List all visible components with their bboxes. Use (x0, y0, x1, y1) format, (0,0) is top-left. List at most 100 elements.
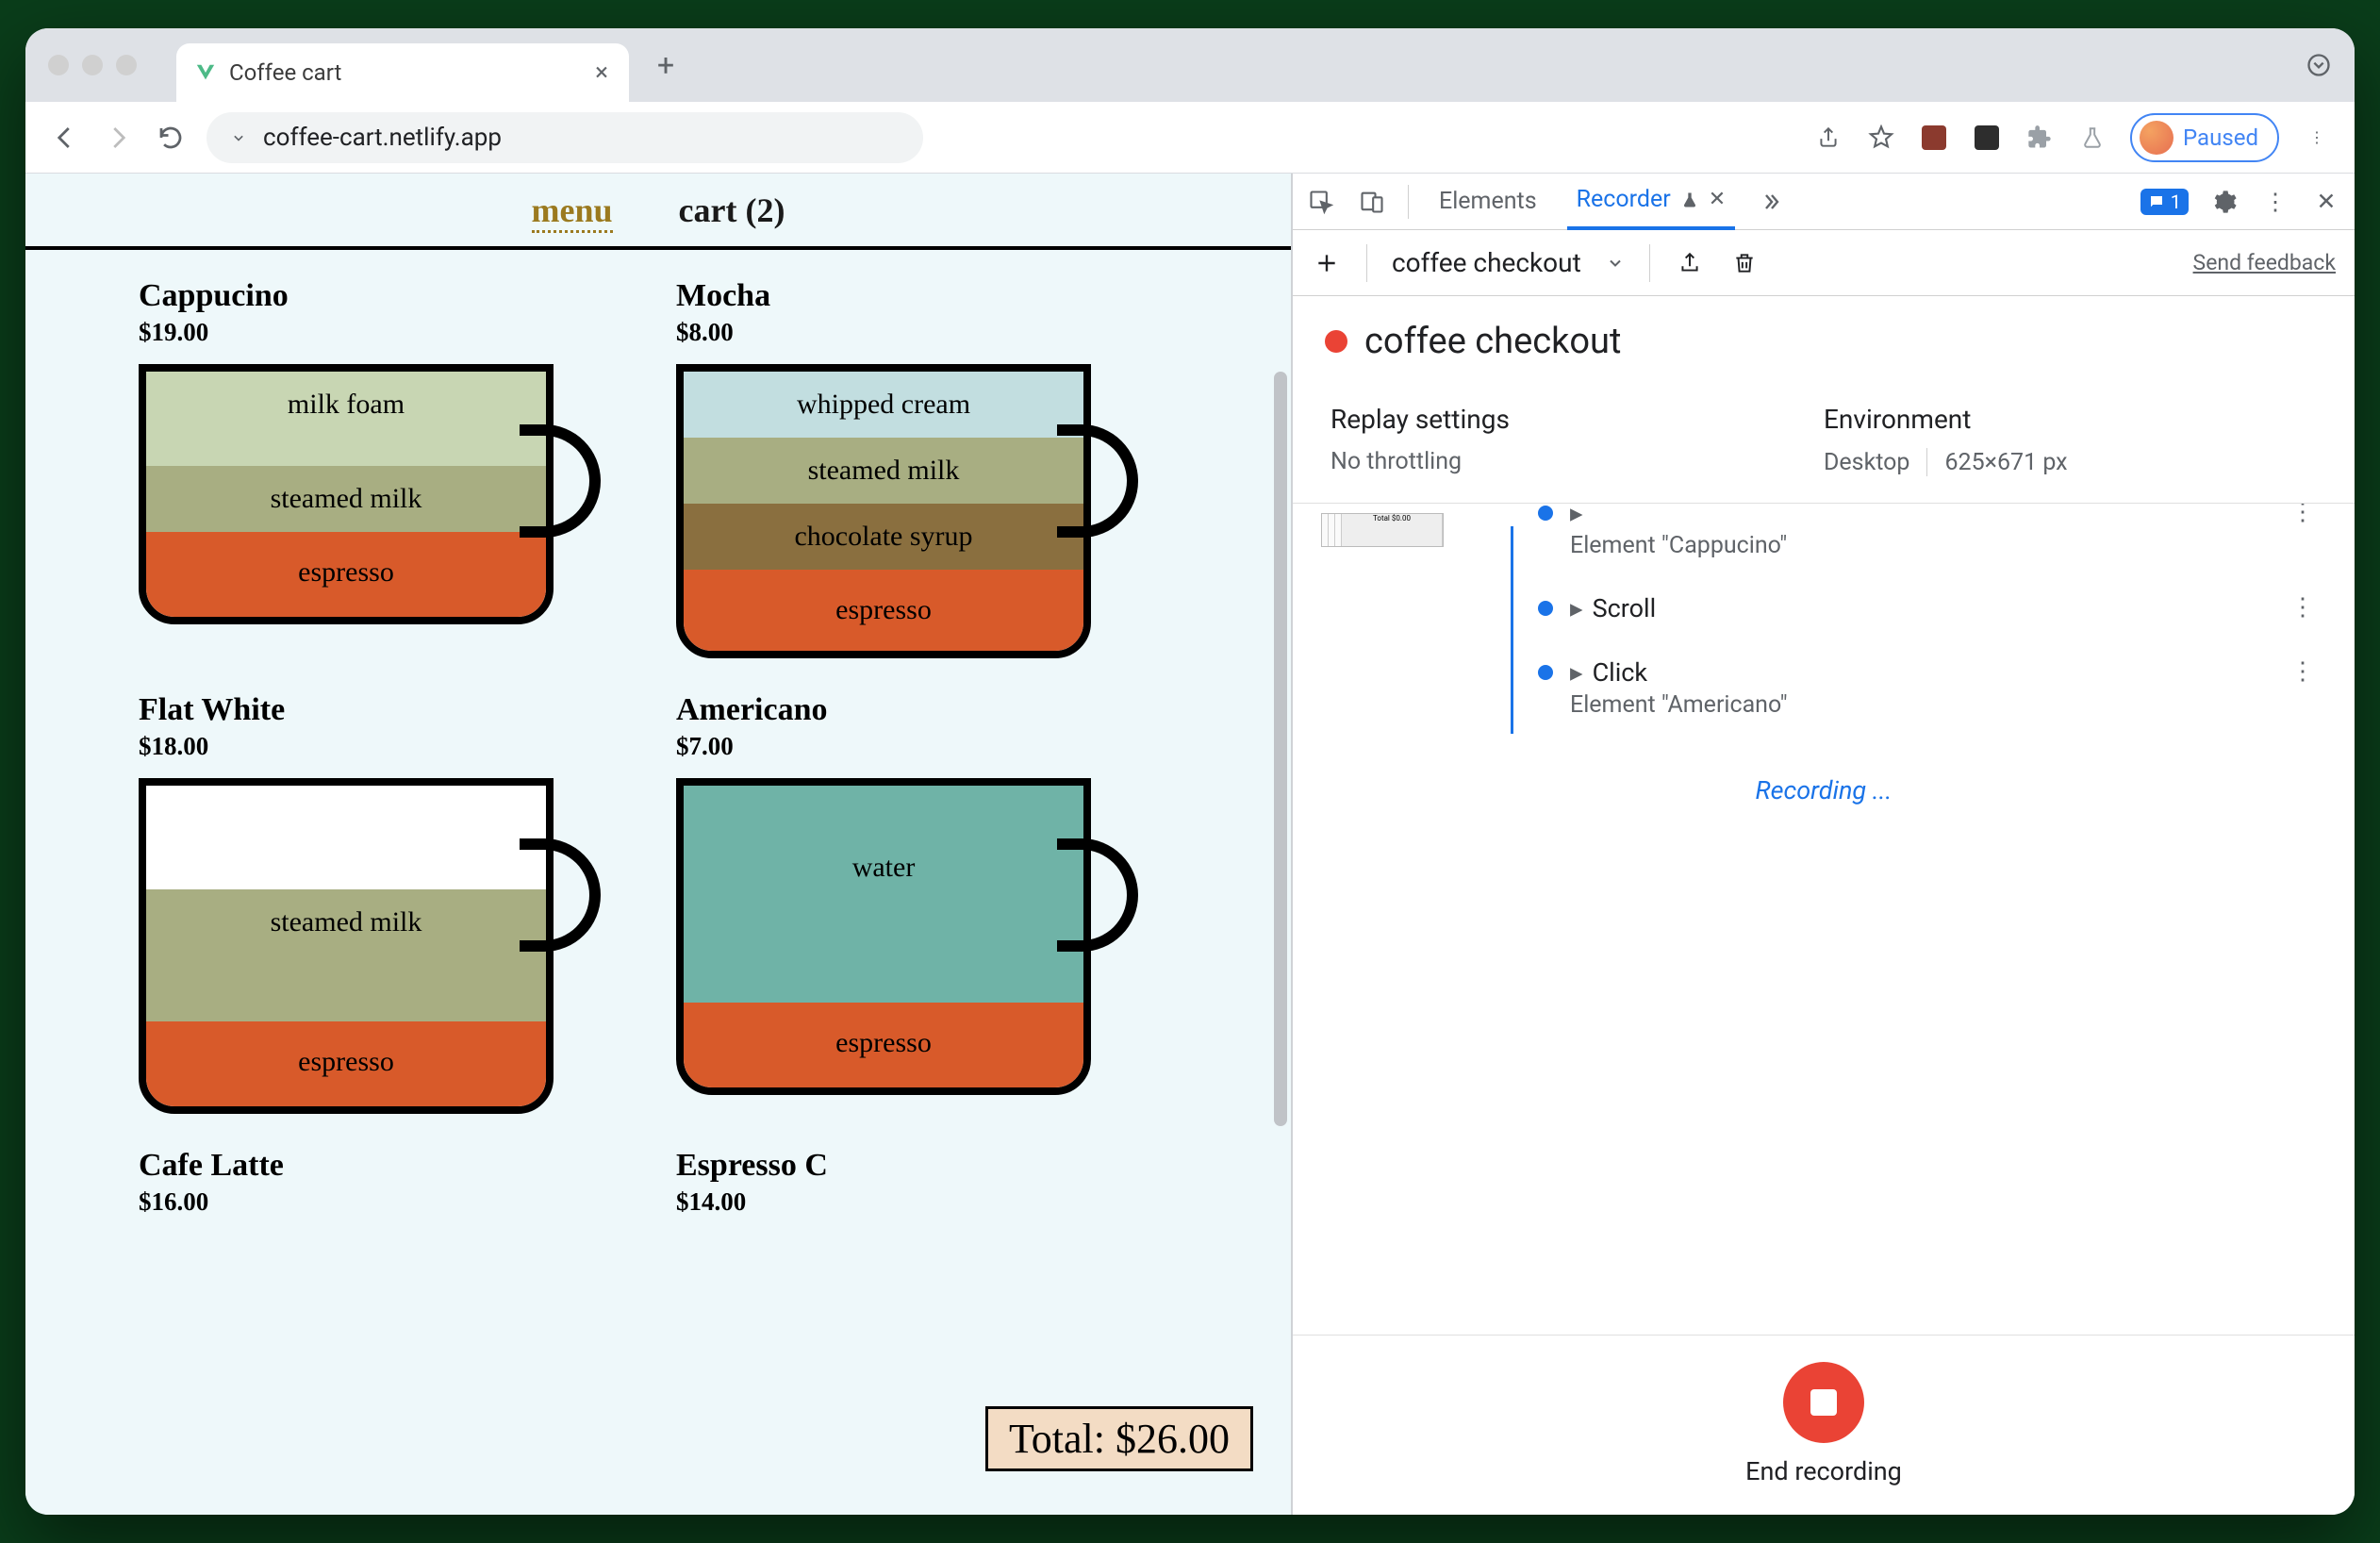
share-icon[interactable] (1813, 123, 1843, 153)
cup-layer: steamed milk (146, 466, 546, 532)
dimensions-value: 625×671 px (1944, 449, 2067, 476)
product-card[interactable]: Americano $7.00 waterespresso (676, 692, 1148, 1114)
page-viewport: menu cart (2) Cappucino $19.00 milk foam… (25, 174, 1293, 1515)
close-tab-icon[interactable]: × (595, 58, 608, 87)
send-feedback-link[interactable]: Send feedback (2193, 250, 2336, 275)
expand-arrow-icon[interactable]: ▸ (1570, 657, 1583, 688)
delete-icon[interactable] (1729, 248, 1760, 278)
product-card[interactable]: Cafe Latte $16.00 (139, 1148, 610, 1217)
cup-layer: steamed milk (684, 438, 1083, 504)
expand-arrow-icon[interactable]: ▸ (1570, 593, 1583, 623)
extension-icon-2[interactable] (1972, 123, 2002, 153)
more-tabs-icon[interactable] (1756, 187, 1786, 217)
bookmark-icon[interactable] (1866, 123, 1896, 153)
url-text: coffee-cart.netlify.app (263, 124, 502, 152)
product-price: $16.00 (139, 1187, 610, 1217)
recording-dropdown-icon[interactable] (1606, 254, 1625, 273)
step-entry[interactable]: ▸Click Element "Americano" ⋮ (1538, 657, 2317, 719)
recorder-footer: End recording (1293, 1335, 2355, 1515)
device-value: Desktop (1824, 449, 1909, 476)
recording-selector[interactable]: coffee checkout (1392, 247, 1581, 278)
devtools-kebab-icon[interactable]: ⋮ (2260, 187, 2290, 217)
messages-badge[interactable]: 1 (2140, 189, 2189, 215)
step-kebab-icon[interactable]: ⋮ (2290, 657, 2317, 686)
chevron-down-icon[interactable] (2302, 48, 2336, 82)
settings-gear-icon[interactable] (2209, 187, 2240, 217)
recording-title: coffee checkout (1364, 321, 1621, 362)
avatar-icon (2140, 121, 2173, 155)
product-name: Americano (676, 692, 1148, 728)
expand-arrow-icon[interactable]: ▸ (1570, 504, 1583, 528)
step-title: Scroll (1593, 593, 1657, 623)
product-card[interactable]: Mocha $8.00 whipped creamsteamed milkcho… (676, 278, 1148, 658)
products-grid: Cappucino $19.00 milk foamsteamed milkes… (25, 250, 1291, 1245)
product-card[interactable]: Flat White $18.00 steamed milkespresso (139, 692, 610, 1114)
timeline-dot-icon (1538, 665, 1553, 680)
cart-link[interactable]: cart (2) (679, 191, 785, 233)
tab-recorder[interactable]: Recorder ✕ (1567, 174, 1736, 230)
site-info-icon[interactable] (229, 128, 248, 147)
cup-handle-icon (1057, 838, 1138, 952)
page-scrollbar[interactable] (1274, 372, 1287, 1126)
extensions-puzzle-icon[interactable] (2025, 123, 2055, 153)
kebab-menu-icon[interactable]: ⋮ (2302, 123, 2332, 153)
product-price: $14.00 (676, 1187, 1148, 1217)
extension-icon-1[interactable] (1919, 123, 1949, 153)
back-button[interactable] (48, 121, 82, 155)
new-tab-button[interactable]: + (657, 47, 674, 83)
browser-tab-bar: Coffee cart × + (25, 28, 2355, 102)
step-subtitle: Element "Cappucino" (1570, 532, 2273, 559)
end-recording-label: End recording (1293, 1456, 2355, 1486)
cup-layer (146, 786, 546, 889)
close-panel-icon[interactable]: ✕ (1709, 188, 1726, 211)
product-name: Espresso C (676, 1148, 1148, 1184)
paused-label: Paused (2183, 124, 2258, 151)
menu-link[interactable]: menu (532, 191, 613, 233)
export-icon[interactable] (1675, 248, 1705, 278)
minimize-window-icon[interactable] (82, 55, 103, 75)
tab-title: Coffee cart (229, 59, 341, 86)
step-subtitle: Element "Americano" (1570, 691, 2273, 719)
add-recording-icon[interactable] (1312, 248, 1342, 278)
labs-flask-icon[interactable] (2077, 123, 2107, 153)
product-name: Cappucino (139, 278, 610, 314)
recording-title-row: coffee checkout (1293, 296, 2355, 387)
total-box[interactable]: Total: $26.00 (985, 1406, 1253, 1471)
cup-layer: espresso (684, 1003, 1083, 1087)
cup-layer: milk foam (146, 372, 546, 466)
forward-button[interactable] (101, 121, 135, 155)
profile-paused-pill[interactable]: Paused (2130, 113, 2279, 162)
recording-indicator-icon (1325, 330, 1347, 353)
cup-layer: espresso (146, 532, 546, 617)
step-entry[interactable]: ▸Click Element "Cappucino" ⋮ (1538, 504, 2317, 559)
product-price: $8.00 (676, 318, 1148, 347)
cup-layer: whipped cream (684, 372, 1083, 438)
cup-layer: water (684, 786, 1083, 1003)
step-kebab-icon[interactable]: ⋮ (2290, 593, 2317, 622)
step-kebab-icon[interactable]: ⋮ (2290, 504, 2317, 526)
step-thumbnail: Total $0.00 (1321, 513, 1444, 547)
timeline-dot-icon (1538, 601, 1553, 616)
maximize-window-icon[interactable] (116, 55, 137, 75)
inspect-element-icon[interactable] (1306, 187, 1336, 217)
environment-label: Environment (1824, 404, 2317, 435)
stop-recording-button[interactable] (1783, 1362, 1864, 1443)
product-card[interactable]: Cappucino $19.00 milk foamsteamed milkes… (139, 278, 610, 658)
cup-graphic: whipped creamsteamed milkchocolate syrup… (676, 364, 1129, 658)
browser-tab[interactable]: Coffee cart × (176, 43, 629, 102)
url-input[interactable]: coffee-cart.netlify.app (207, 112, 923, 163)
reload-button[interactable] (154, 121, 188, 155)
tab-elements[interactable]: Elements (1430, 174, 1546, 228)
step-entry[interactable]: ▸ Scroll ⋮ (1538, 593, 2317, 623)
close-devtools-icon[interactable]: ✕ (2311, 187, 2341, 217)
product-card[interactable]: Espresso C $14.00 (676, 1148, 1148, 1217)
settings-row: Replay settings No throttling Environmen… (1293, 387, 2355, 504)
close-window-icon[interactable] (48, 55, 69, 75)
device-toggle-icon[interactable] (1357, 187, 1387, 217)
throttling-value[interactable]: No throttling (1330, 448, 1824, 475)
cup-graphic: milk foamsteamed milkespresso (139, 364, 591, 624)
product-name: Flat White (139, 692, 610, 728)
cup-graphic: steamed milkespresso (139, 778, 591, 1114)
vue-favicon-icon (195, 62, 216, 83)
timeline-dot-icon (1538, 506, 1553, 521)
